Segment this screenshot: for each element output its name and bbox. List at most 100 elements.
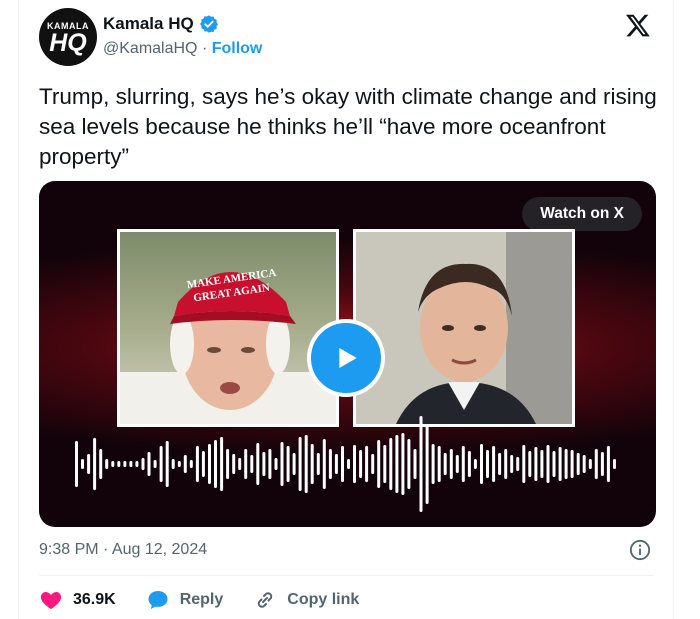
author-name[interactable]: Kamala HQ	[103, 14, 194, 34]
tweet-card: KAMALA HQ Kamala HQ @KamalaHQ · Follow T…	[18, 0, 674, 619]
waveform-bar	[455, 455, 459, 473]
waveform-bar	[353, 445, 356, 483]
waveform-bar	[588, 459, 592, 469]
waveform-bar	[177, 461, 181, 467]
waveform-bar	[389, 438, 393, 490]
waveform-bar	[449, 449, 453, 479]
waveform-bar	[141, 458, 145, 470]
link-icon	[258, 592, 273, 608]
waveform-bar	[99, 449, 103, 479]
verified-badge-icon	[199, 15, 218, 33]
waveform-bar	[208, 444, 211, 484]
waveform-bar	[341, 446, 344, 482]
waveform-bar	[292, 453, 296, 475]
waveform-bar	[613, 459, 616, 469]
waveform-bar	[492, 446, 496, 482]
waveform-bar	[437, 446, 441, 482]
waveform-bar	[365, 446, 369, 482]
waveform-bar	[87, 454, 91, 474]
waveform-bar	[250, 455, 254, 473]
waveform-bar	[570, 450, 574, 478]
waveform-bar	[159, 446, 163, 482]
waveform-bar	[407, 439, 411, 489]
waveform-bar	[600, 452, 604, 476]
waveform-bar	[328, 449, 332, 479]
waveform-bar	[383, 445, 387, 483]
waveform-bar	[401, 433, 405, 495]
waveform-bar	[558, 447, 562, 481]
audio-waveform	[75, 416, 616, 512]
waveform-bar	[377, 440, 381, 488]
copy-link-button[interactable]: Copy link	[253, 588, 359, 612]
waveform-bar	[93, 438, 97, 490]
waveform-bar	[564, 449, 568, 479]
reply-bubble-icon	[148, 591, 168, 609]
waveform-bar	[171, 459, 175, 469]
action-bar: 36.9K Reply Copy link	[39, 588, 389, 612]
waveform-bar	[214, 440, 217, 488]
waveform-bar	[117, 461, 121, 467]
waveform-bar	[498, 453, 502, 475]
waveform-bar	[606, 446, 610, 482]
waveform-bar	[510, 455, 514, 473]
waveform-bar	[244, 449, 248, 479]
waveform-bar	[334, 454, 338, 474]
avatar[interactable]: KAMALA HQ	[39, 8, 97, 66]
waveform-bar	[528, 451, 532, 477]
avatar-text-bottom: HQ	[49, 29, 87, 57]
tweet-timestamp[interactable]: 9:38 PM · Aug 12, 2024	[39, 541, 207, 559]
waveform-bar	[461, 446, 465, 482]
waveform-bar	[486, 450, 489, 478]
waveform-bar	[310, 444, 314, 484]
heart-icon	[40, 592, 62, 609]
waveform-bar	[413, 449, 417, 479]
like-count: 36.9K	[73, 591, 116, 608]
info-icon[interactable]	[629, 539, 651, 561]
waveform-bar	[467, 451, 471, 477]
waveform-bar	[516, 457, 520, 471]
waveform-bar	[75, 441, 78, 487]
waveform-bar	[304, 435, 308, 493]
waveform-bar	[480, 444, 483, 484]
waveform-bar	[316, 453, 320, 475]
divider	[39, 575, 653, 576]
waveform-bar	[347, 459, 350, 469]
waveform-bar	[153, 460, 157, 468]
waveform-bar	[504, 449, 508, 479]
waveform-bar	[220, 437, 224, 491]
waveform-bar	[286, 446, 290, 482]
waveform-bar	[371, 454, 375, 474]
waveform-bar	[123, 461, 127, 467]
author-handle[interactable]: @KamalaHQ	[103, 40, 198, 57]
waveform-bar	[183, 455, 187, 473]
waveform-bar	[576, 453, 580, 475]
x-logo-icon[interactable]	[625, 12, 651, 38]
waveform-bar	[473, 459, 477, 469]
waveform-bar	[359, 450, 363, 478]
waveform-bar	[201, 451, 205, 477]
author-name-row: Kamala HQ	[103, 14, 219, 34]
waveform-bar	[135, 461, 139, 467]
waveform-bar	[226, 449, 230, 479]
waveform-bar	[262, 452, 266, 476]
waveform-bar	[534, 447, 538, 481]
waveform-bar	[425, 424, 429, 504]
follow-button[interactable]: Follow	[212, 40, 263, 57]
waveform-bar	[189, 460, 193, 468]
waveform-bar	[195, 446, 199, 482]
waveform-bar	[431, 444, 435, 484]
waveform-bar	[274, 458, 278, 470]
video-player[interactable]: Watch on X MAKE AMERICA GREAT AGAIN	[39, 181, 656, 527]
waveform-bar	[81, 459, 84, 469]
waveform-bar	[256, 443, 260, 485]
waveform-bar	[268, 449, 272, 479]
waveform-bar	[546, 445, 550, 483]
waveform-bar	[443, 453, 447, 475]
like-button[interactable]: 36.9K	[39, 588, 116, 612]
tweet-text: Trump, slurring, says he’s okay with cli…	[39, 84, 657, 169]
waveform-bar	[165, 441, 169, 487]
waveform-bar	[105, 459, 109, 469]
waveform-bar	[582, 455, 586, 473]
waveform-bar	[232, 454, 236, 474]
reply-button[interactable]: Reply	[146, 588, 223, 612]
